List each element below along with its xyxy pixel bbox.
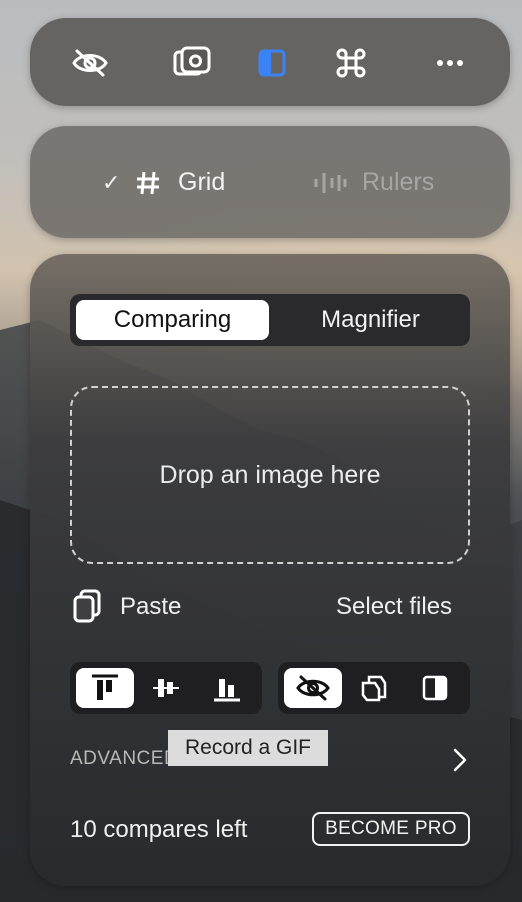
sidebar-panel-icon[interactable] [254, 46, 290, 80]
mode-segmented-control: Comparing Magnifier [70, 294, 470, 346]
record-gif-tooltip: Record a GIF [168, 730, 328, 766]
compares-left-counter: 10 compares left [70, 816, 248, 843]
rulers-label[interactable]: Rulers [362, 168, 434, 197]
align-bottom-icon[interactable] [198, 668, 256, 708]
split-view-icon[interactable] [406, 668, 464, 708]
select-files-button[interactable]: Select files [336, 593, 452, 621]
tab-magnifier[interactable]: Magnifier [277, 300, 464, 340]
dropzone-text: Drop an image here [159, 460, 381, 489]
eye-off-icon[interactable] [284, 668, 342, 708]
hash-grid-icon[interactable] [134, 168, 162, 198]
image-dropzone[interactable]: Drop an image here [70, 386, 470, 564]
paste-button[interactable]: Paste [120, 593, 181, 621]
become-pro-button[interactable]: BECOME PRO [312, 812, 470, 846]
advanced-section-label[interactable]: ADVANCED [70, 748, 178, 770]
tab-comparing[interactable]: Comparing [76, 300, 269, 340]
chevron-right-icon[interactable] [448, 744, 472, 776]
more-icon[interactable] [432, 46, 468, 80]
clipboard-icon[interactable] [72, 588, 102, 624]
layers-icon[interactable] [345, 668, 403, 708]
command-key-icon[interactable] [332, 44, 370, 82]
align-center-icon[interactable] [137, 668, 195, 708]
main-panel [30, 254, 510, 886]
view-mode-group [278, 662, 470, 714]
screenshot-camera-icon[interactable] [172, 44, 212, 82]
rulers-icon[interactable] [312, 170, 348, 196]
grid-label[interactable]: Grid [178, 168, 225, 197]
align-top-icon[interactable] [76, 668, 134, 708]
grid-checkmark-icon: ✓ [102, 170, 121, 195]
eye-off-icon[interactable] [70, 44, 110, 82]
alignment-group [70, 662, 262, 714]
